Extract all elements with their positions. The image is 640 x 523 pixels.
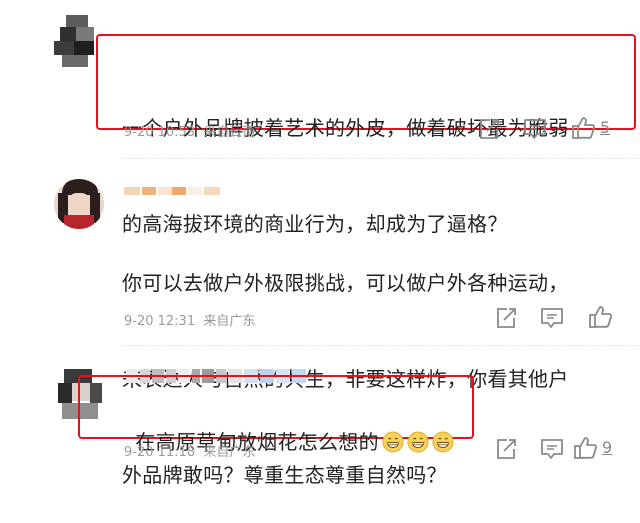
repost-icon [497, 308, 516, 328]
repost-button[interactable] [493, 436, 519, 462]
comment-meta: 9-20 11:18 来自广东 [124, 445, 256, 460]
repost-icon [480, 119, 499, 139]
like-button[interactable] [570, 115, 596, 141]
comment-text: 你可以去做户外极限挑战，可以做户外各种运动， 来表达人与自然的共生，非要这样炸，… [122, 203, 569, 523]
grin-emoji-icon [432, 431, 454, 453]
like-button[interactable] [587, 304, 613, 330]
like-count: 9 [602, 438, 613, 457]
grin-emoji-icon [407, 431, 429, 453]
emoji-row [379, 430, 454, 454]
comment-icon [541, 308, 563, 328]
like-button[interactable] [572, 435, 598, 461]
comment-button[interactable] [539, 436, 565, 462]
repost-icon [497, 439, 516, 459]
avatar[interactable] [54, 179, 104, 229]
divider [122, 345, 640, 346]
comment-text-line: 你可以去做户外极限挑战，可以做户外各种运动， [122, 271, 569, 295]
grin-emoji-icon [382, 431, 404, 453]
comment-icon [524, 119, 546, 139]
thumbs-up-icon [574, 437, 598, 459]
like-count: 5 [600, 118, 611, 137]
thumbs-up-icon [589, 306, 613, 328]
comment-button[interactable] [522, 116, 548, 142]
comment-button[interactable] [539, 305, 565, 331]
divider [122, 158, 640, 159]
repost-button[interactable] [493, 305, 519, 331]
repost-button[interactable] [476, 116, 502, 142]
comment-meta: 9-20 10:53 来自云南 [124, 125, 256, 140]
username-blurred[interactable] [124, 187, 224, 197]
comment-icon [541, 439, 563, 459]
thumbs-up-icon [572, 117, 596, 139]
comment-meta: 9-20 12:31 来自广东 [124, 314, 256, 329]
comment-text-line: 外品牌敢吗？尊重生态尊重自然吗？ [122, 463, 447, 487]
